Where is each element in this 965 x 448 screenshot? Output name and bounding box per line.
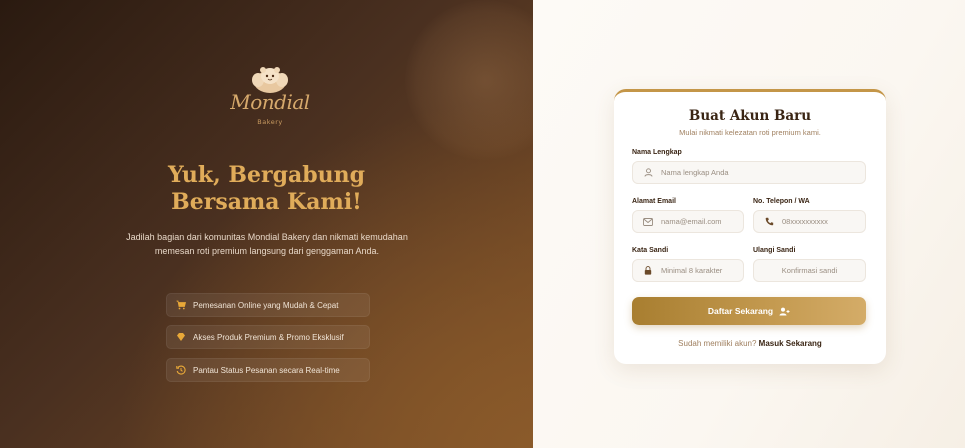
phone-field[interactable] [753, 210, 866, 233]
password-input[interactable] [661, 266, 743, 275]
form-subtitle: Mulai nikmati kelezatan roti premium kam… [679, 128, 821, 137]
decorative-glow [405, 0, 533, 160]
register-button[interactable]: Daftar Sekarang [632, 297, 866, 325]
password-field[interactable] [632, 259, 744, 282]
email-label: Alamat Email [632, 198, 676, 205]
login-prompt: Sudah memiliki akun? Masuk Sekarang [614, 339, 886, 348]
hero-title-line-2: Bersama Kami! [171, 189, 362, 215]
envelope-icon [643, 217, 653, 227]
cart-icon [175, 300, 186, 311]
brand-tagline: Bakery [257, 118, 283, 126]
password-label: Kata Sandi [632, 247, 669, 254]
confirm-password-field[interactable] [753, 259, 866, 282]
name-field[interactable] [632, 161, 866, 184]
hero-title-line-1: Yuk, Bergabung [168, 162, 365, 188]
form-title: Buat Akun Baru [688, 108, 812, 124]
lock-icon [643, 266, 653, 276]
feature-item: Akses Produk Premium & Promo Eksklusif [166, 325, 370, 349]
brand-logo: Mondial Bakery [225, 60, 315, 132]
phone-input[interactable] [782, 217, 865, 226]
login-prompt-text: Sudah memiliki akun? [678, 339, 757, 348]
phone-icon [764, 217, 774, 227]
email-input[interactable] [661, 217, 743, 226]
confirm-password-label: Ulangi Sandi [753, 247, 796, 254]
feature-item: Pantau Status Pesanan secara Real-time [166, 358, 370, 382]
login-link[interactable]: Masuk Sekarang [759, 339, 822, 348]
hero-panel: Mondial Bakery Yuk, Bergabung Bersama Ka… [0, 0, 533, 448]
phone-label: No. Telepon / WA [753, 198, 810, 205]
register-card: Buat Akun Baru Mulai nikmati kelezatan r… [614, 89, 886, 364]
register-button-label: Daftar Sekarang [707, 306, 774, 316]
feature-item: Pemesanan Online yang Mudah & Cepat [166, 293, 370, 317]
history-icon [175, 365, 186, 376]
hero-description: Jadilah bagian dari komunitas Mondial Ba… [126, 232, 408, 256]
user-plus-icon [779, 307, 790, 316]
email-field[interactable] [632, 210, 744, 233]
name-input[interactable] [661, 168, 865, 177]
hero-title: Yuk, Bergabung Bersama Kami! [0, 162, 533, 216]
feature-label: Pemesanan Online yang Mudah & Cepat [193, 300, 339, 310]
gem-icon [175, 332, 186, 343]
confirm-password-input[interactable] [754, 266, 865, 275]
feature-label: Pantau Status Pesanan secara Real-time [193, 365, 340, 375]
user-icon [643, 168, 653, 178]
feature-label: Akses Produk Premium & Promo Eksklusif [193, 332, 344, 342]
brand-name: Mondial [230, 90, 310, 114]
name-label: Nama Lengkap [632, 149, 682, 156]
